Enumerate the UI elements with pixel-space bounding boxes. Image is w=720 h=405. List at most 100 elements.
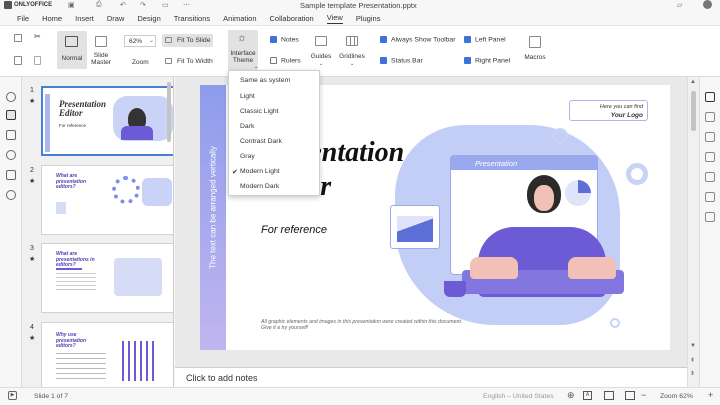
ribbon-view: ✂ Normal Slide Master 62% ⌄ Zoom Fit To … bbox=[0, 25, 720, 77]
theme-gray[interactable]: Gray bbox=[240, 153, 255, 160]
menu-plugins[interactable]: Plugins bbox=[356, 14, 381, 23]
theme-same-as-system[interactable]: Same as system bbox=[240, 77, 290, 84]
scroll-up-icon[interactable]: ▲ bbox=[690, 79, 696, 85]
thumbs-scrollbar[interactable] bbox=[167, 82, 171, 142]
rulers-checkbox[interactable]: Rulers bbox=[270, 57, 301, 64]
chart-settings-icon[interactable] bbox=[705, 192, 715, 202]
interface-theme-button[interactable]: ☼ Interface Theme ⌄ bbox=[228, 30, 258, 74]
menu-view[interactable]: View bbox=[326, 13, 343, 24]
copy-icon[interactable] bbox=[14, 34, 22, 42]
left-toolbar bbox=[0, 77, 22, 387]
scroll-down-icon[interactable]: ▼ bbox=[690, 343, 696, 349]
theme-light[interactable]: Light bbox=[240, 93, 255, 100]
interface-theme-menu: Same as system Light Classic Light Dark … bbox=[228, 70, 320, 196]
person-face bbox=[534, 185, 554, 211]
always-show-toolbar-checkbox[interactable]: Always Show Toolbar bbox=[380, 36, 455, 43]
open-location-icon[interactable]: ▱ bbox=[677, 1, 682, 9]
notes-area[interactable]: Click to add notes bbox=[175, 367, 687, 387]
theme-dark[interactable]: Dark bbox=[240, 123, 254, 130]
info-icon[interactable] bbox=[6, 190, 16, 200]
zoom-out-icon[interactable]: − bbox=[641, 390, 646, 400]
menu-transitions[interactable]: Transitions bbox=[174, 14, 210, 23]
slide-subtitle: For reference bbox=[261, 224, 328, 236]
chevron-down-icon: ⌄ bbox=[149, 38, 155, 44]
theme-contrast-dark[interactable]: Contrast Dark bbox=[240, 138, 282, 145]
text-art-settings-icon[interactable] bbox=[705, 212, 715, 222]
slide-counter: Slide 1 of 7 bbox=[34, 393, 69, 400]
image-settings-icon[interactable] bbox=[705, 132, 715, 142]
print-icon[interactable]: ⎙ bbox=[96, 1, 102, 9]
spellcheck-icon[interactable]: A bbox=[583, 391, 592, 400]
thumb-pic bbox=[56, 202, 66, 214]
theme-modern-dark[interactable]: Modern Dark bbox=[240, 183, 279, 190]
chat-icon[interactable] bbox=[6, 150, 16, 160]
fit-to-width-button[interactable]: Fit To Width bbox=[162, 55, 218, 68]
feedback-icon[interactable] bbox=[6, 170, 16, 180]
checkbox-checked-icon bbox=[270, 36, 277, 43]
zoom-select[interactable]: 62% ⌄ bbox=[124, 35, 156, 47]
pie-graphic bbox=[565, 180, 591, 206]
normal-button[interactable]: Normal bbox=[57, 31, 87, 69]
menu-draw[interactable]: Draw bbox=[107, 14, 125, 23]
theme-sun-icon: ☼ bbox=[237, 32, 248, 44]
vertical-text-box[interactable]: The text can be arranged vertically bbox=[200, 85, 226, 350]
globe-icon[interactable]: ⊕ bbox=[567, 391, 575, 400]
logo-placeholder[interactable]: Here you can find Your Logo bbox=[569, 100, 648, 121]
slide-thumbnail-4[interactable]: Why use presentation editors? bbox=[41, 322, 173, 387]
format-painter-icon[interactable] bbox=[34, 56, 41, 65]
theme-classic-light[interactable]: Classic Light bbox=[240, 108, 279, 115]
notes-checkbox[interactable]: Notes bbox=[270, 36, 299, 43]
play-icon[interactable]: ▶ bbox=[8, 391, 17, 400]
shape-settings-icon[interactable] bbox=[705, 112, 715, 122]
cut-icon[interactable]: ✂ bbox=[34, 32, 41, 41]
menu-design[interactable]: Design bbox=[137, 14, 160, 23]
fit-width-status-icon[interactable] bbox=[625, 391, 635, 400]
slide-master-button[interactable]: Slide Master bbox=[88, 31, 114, 71]
menu-insert[interactable]: Insert bbox=[75, 14, 94, 23]
menu-file[interactable]: File bbox=[17, 14, 29, 23]
paste-icon[interactable] bbox=[14, 56, 22, 65]
search-icon[interactable] bbox=[6, 92, 16, 102]
table-settings-icon[interactable] bbox=[705, 172, 715, 182]
star-icon: ★ bbox=[29, 335, 36, 342]
slides-icon[interactable] bbox=[6, 110, 16, 120]
comments-icon[interactable] bbox=[6, 130, 16, 140]
fit-slide-status-icon[interactable] bbox=[604, 391, 614, 400]
left-panel-checkbox[interactable]: Left Panel bbox=[464, 36, 506, 43]
macros-button[interactable]: Macros bbox=[521, 32, 549, 68]
macros-icon bbox=[529, 36, 541, 48]
ring-decoration bbox=[610, 318, 620, 328]
status-bar-checkbox[interactable]: Status Bar bbox=[380, 57, 423, 64]
redo-icon[interactable]: ↷ bbox=[140, 1, 146, 9]
slide-thumbnail-3[interactable]: What are presentations in editors? bbox=[41, 243, 173, 313]
language-label[interactable]: English – United States bbox=[483, 393, 554, 400]
slide-settings-icon[interactable] bbox=[705, 92, 715, 102]
theme-modern-light[interactable]: Modern Light bbox=[240, 168, 280, 175]
right-toolbar bbox=[699, 77, 720, 387]
fit-to-slide-button[interactable]: Fit To Slide bbox=[162, 34, 213, 47]
thumb-chart bbox=[122, 341, 156, 381]
thumb-line bbox=[56, 268, 82, 270]
avatar[interactable] bbox=[703, 0, 712, 9]
slide-thumbnail-1[interactable]: Presentation Editor For reference bbox=[41, 86, 173, 156]
editor-scrollbar[interactable]: ▲ ▼ ⇞ ⇟ bbox=[687, 77, 699, 387]
save-icon[interactable]: ▣ bbox=[68, 1, 75, 9]
paragraph-settings-icon[interactable] bbox=[705, 152, 715, 162]
next-slide-icon[interactable]: ⇟ bbox=[690, 370, 695, 377]
chevron-down-icon: ⌄ bbox=[350, 61, 355, 67]
guides-button[interactable]: Guides ⌄ bbox=[307, 33, 335, 73]
ring-decoration bbox=[626, 163, 648, 185]
checkbox-checked-icon bbox=[464, 36, 471, 43]
scroll-thumb[interactable] bbox=[691, 91, 696, 131]
slideshow-icon[interactable]: ▭ bbox=[162, 1, 169, 9]
menu-home[interactable]: Home bbox=[42, 14, 62, 23]
slide-thumbnail-2[interactable]: What are presentation editors? bbox=[41, 165, 173, 235]
right-panel-checkbox[interactable]: Right Panel bbox=[464, 57, 510, 64]
gridlines-button[interactable]: Gridlines ⌄ bbox=[336, 33, 368, 73]
menu-collaboration[interactable]: Collaboration bbox=[270, 14, 314, 23]
menu-animation[interactable]: Animation bbox=[223, 14, 256, 23]
prev-slide-icon[interactable]: ⇞ bbox=[690, 357, 695, 364]
undo-icon[interactable]: ↶ bbox=[120, 1, 126, 9]
zoom-in-icon[interactable]: + bbox=[708, 390, 713, 400]
more-icon[interactable]: ⋯ bbox=[183, 1, 190, 9]
